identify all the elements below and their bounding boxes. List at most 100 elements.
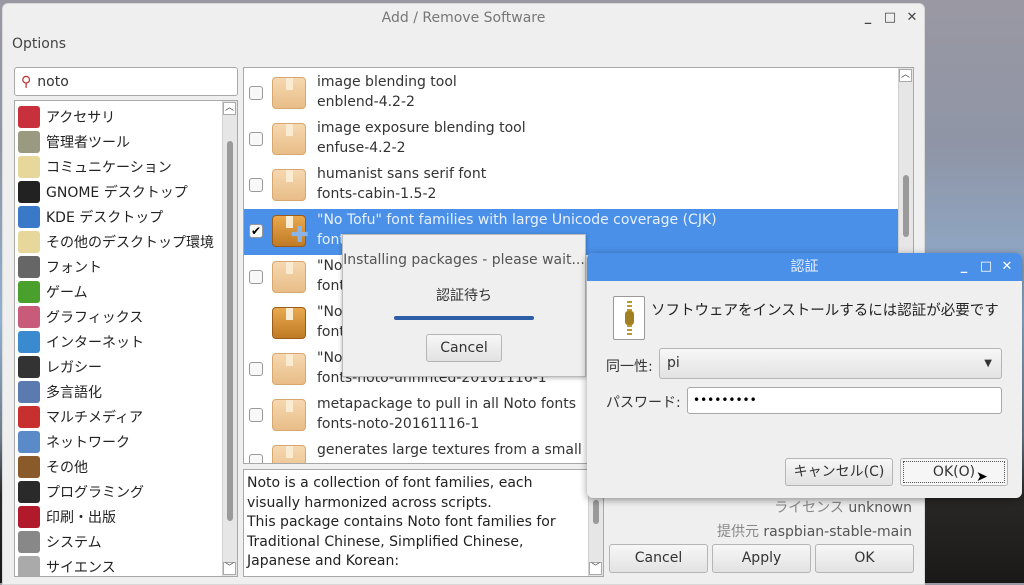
accessories-icon: [18, 105, 40, 128]
communication-icon: [18, 155, 40, 178]
installing-status: 認証待ち: [436, 288, 492, 304]
search-input[interactable]: ⚲ noto: [14, 67, 238, 96]
progress-fill: [394, 316, 534, 320]
package-checkbox[interactable]: [249, 178, 263, 192]
category-item[interactable]: システム: [15, 529, 223, 554]
package-checkbox[interactable]: ✔: [249, 224, 263, 238]
package-description: "No Tofu" font families with large Unico…: [317, 212, 717, 228]
auth-ok-button[interactable]: OK(O): [900, 458, 1008, 486]
programming-icon: [18, 480, 40, 503]
category-scrollbar[interactable]: ︿ ﹀: [222, 101, 237, 576]
installing-dialog: Installing packages - please wait... 認証待…: [342, 234, 586, 377]
identity-value: pi: [667, 355, 680, 371]
gnome-icon: [18, 180, 40, 203]
category-item[interactable]: インターネット: [15, 329, 223, 354]
package-installed-icon: [272, 307, 306, 339]
legacy-icon: [18, 355, 40, 378]
category-label: KDE デスクトップ: [46, 209, 164, 226]
package-row[interactable]: humanist sans serif font fonts-cabin-1.5-…: [244, 163, 899, 209]
category-label: フォント: [46, 259, 102, 276]
localization-icon: [18, 380, 40, 403]
ok-button[interactable]: OK: [815, 544, 914, 573]
category-item[interactable]: コミュニケーション: [15, 154, 223, 179]
package-checkbox[interactable]: [249, 270, 263, 284]
category-item[interactable]: 多言語化: [15, 379, 223, 404]
package-checkbox[interactable]: [249, 132, 263, 146]
category-item[interactable]: ネットワーク: [15, 429, 223, 454]
category-label: ゲーム: [46, 284, 88, 301]
close-icon[interactable]: ✕: [999, 259, 1015, 275]
category-item[interactable]: プログラミング: [15, 479, 223, 504]
multimedia-icon: [18, 405, 40, 428]
category-label: グラフィックス: [46, 309, 144, 326]
package-icon: [272, 353, 306, 385]
maximize-icon[interactable]: □: [978, 259, 994, 275]
license-label: ライセンス: [774, 500, 844, 516]
scroll-up-icon[interactable]: ︿: [223, 102, 236, 115]
category-item[interactable]: レガシー: [15, 354, 223, 379]
package-name: font: [317, 278, 345, 294]
password-input[interactable]: •••••••••: [687, 387, 1002, 414]
category-item[interactable]: ゲーム: [15, 279, 223, 304]
category-label: インターネット: [46, 334, 144, 351]
scroll-up-icon[interactable]: ︿: [899, 69, 912, 82]
category-label: システム: [46, 534, 102, 551]
category-label: アクセサリ: [46, 109, 116, 126]
category-label: 印刷・出版: [46, 509, 116, 526]
package-row[interactable]: image blending tool enblend-4.2-2: [244, 71, 899, 117]
category-item[interactable]: その他のデスクトップ環境: [15, 229, 223, 254]
package-description: metapackage to pull in all Noto fonts: [317, 396, 577, 412]
auth-cancel-button[interactable]: キャンセル(C): [785, 458, 893, 486]
package-name: font: [317, 324, 345, 340]
installing-cancel-button[interactable]: Cancel: [426, 334, 502, 362]
category-item[interactable]: マルチメディア: [15, 404, 223, 429]
category-item[interactable]: サイエンス: [15, 554, 223, 576]
game-icon: [18, 280, 40, 303]
category-label: コミュニケーション: [46, 159, 172, 176]
cancel-button[interactable]: Cancel: [609, 544, 708, 573]
category-item[interactable]: GNOME デスクトップ: [15, 179, 223, 204]
package-description: humanist sans serif font: [317, 166, 487, 182]
scroll-thumb[interactable]: [903, 175, 909, 237]
category-label: レガシー: [46, 359, 102, 376]
category-label: サイエンス: [46, 559, 116, 576]
auth-title: 認証: [790, 259, 819, 275]
options-menu[interactable]: Options: [12, 36, 66, 52]
mouse-cursor-icon: ➤: [976, 469, 988, 485]
password-label: パスワード:: [606, 395, 681, 411]
category-item[interactable]: 印刷・出版: [15, 504, 223, 529]
scroll-thumb[interactable]: [227, 141, 233, 521]
installing-message: Installing packages - please wait...: [343, 252, 585, 268]
package-checkbox[interactable]: [249, 454, 263, 463]
maximize-icon[interactable]: □: [882, 10, 898, 26]
scroll-down-icon[interactable]: ﹀: [589, 562, 602, 575]
package-row[interactable]: image exposure blending tool enfuse-4.2-2: [244, 117, 899, 163]
identity-select[interactable]: pi ▼: [659, 348, 1002, 379]
scroll-down-icon[interactable]: ﹀: [223, 562, 236, 575]
category-item[interactable]: KDE デスクトップ: [15, 204, 223, 229]
category-item[interactable]: 管理者ツール: [15, 129, 223, 154]
license-value: unknown: [848, 500, 912, 516]
scroll-thumb[interactable]: [593, 500, 599, 524]
package-name: enblend-4.2-2: [317, 94, 415, 110]
package-icon: [272, 399, 306, 431]
minimize-icon[interactable]: _: [860, 10, 876, 26]
package-name: fonts-noto-20161116-1: [317, 416, 480, 432]
category-item[interactable]: グラフィックス: [15, 304, 223, 329]
package-description: "No: [317, 304, 343, 320]
system-icon: [18, 530, 40, 553]
authentication-dialog: 認証 _ □ ✕ ソフトウェアをインストールするには認証が必要です 同一性: p…: [587, 253, 1022, 498]
close-icon[interactable]: ✕: [904, 10, 920, 26]
package-name: fonts-cabin-1.5-2: [317, 186, 437, 202]
apply-button[interactable]: Apply: [712, 544, 811, 573]
package-description: generates large textures from a small sa…: [317, 442, 616, 458]
category-label: 管理者ツール: [46, 134, 130, 151]
package-checkbox[interactable]: [249, 408, 263, 422]
category-item[interactable]: アクセサリ: [15, 104, 223, 129]
package-checkbox[interactable]: [249, 362, 263, 376]
category-item[interactable]: フォント: [15, 254, 223, 279]
category-item[interactable]: その他: [15, 454, 223, 479]
package-checkbox[interactable]: [249, 86, 263, 100]
minimize-icon[interactable]: _: [956, 259, 972, 275]
progress-bar: [394, 316, 534, 320]
